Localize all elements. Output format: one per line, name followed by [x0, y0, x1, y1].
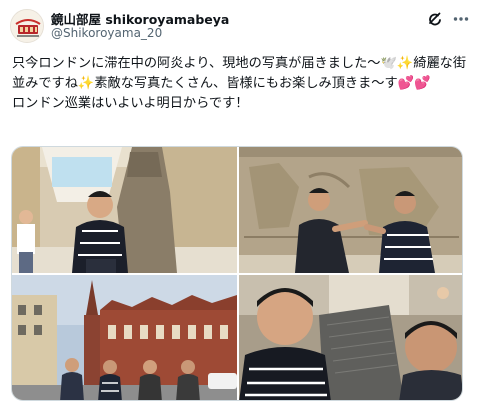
photo-street-station[interactable]	[12, 275, 237, 400]
tweet-text: 只今ロンドンに滞在中の阿炎より、現地の写真が届きました～🕊️✨綺麗な街並みですね…	[12, 54, 474, 114]
grok-icon	[429, 12, 441, 26]
photo-museum-hall[interactable]	[12, 147, 237, 273]
media-grid	[11, 146, 463, 401]
tweet-card[interactable]: 鏡山部屋 shikoroyamabeya @Shikoroyama_20 只今ロ…	[0, 0, 483, 408]
tweet-text-line2: ロンドン巡業はいよいよ明日からです！	[12, 96, 249, 111]
tweet-text-line1: 只今ロンドンに滞在中の阿炎より、現地の写真が届きました～🕊️✨綺麗な街並みですね…	[12, 56, 467, 91]
grok-button[interactable]	[426, 10, 444, 28]
more-options-button[interactable]	[452, 10, 470, 28]
photo-relief-wall[interactable]	[239, 147, 462, 273]
user-handle[interactable]: @Shikoroyama_20	[51, 26, 162, 40]
museum-hall-image	[12, 147, 237, 273]
photo-selfie-stone[interactable]	[239, 275, 462, 400]
relief-wall-image	[239, 147, 462, 273]
selfie-stone-image	[239, 275, 462, 400]
avatar[interactable]	[10, 9, 44, 43]
street-station-image	[12, 275, 237, 400]
stable-logo-icon	[11, 10, 43, 42]
more-options-icon	[453, 17, 469, 21]
